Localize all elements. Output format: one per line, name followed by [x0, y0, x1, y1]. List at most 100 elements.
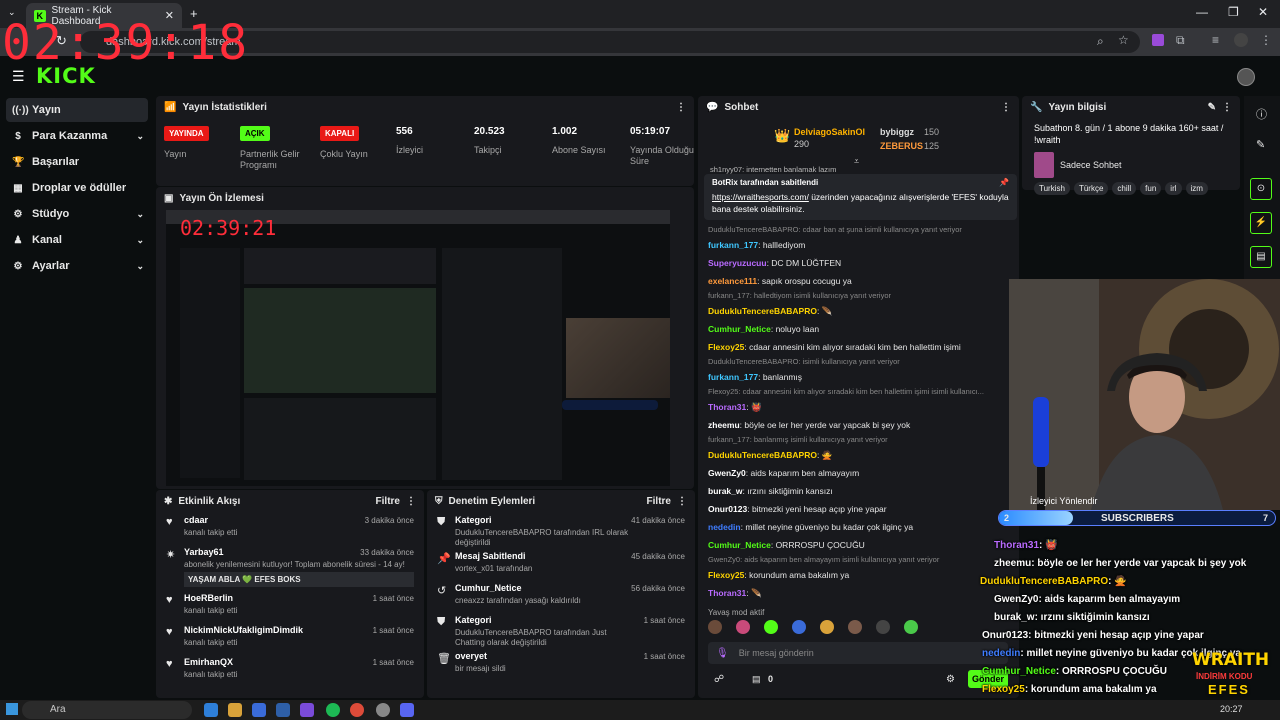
profile-avatar[interactable]: [1234, 33, 1248, 47]
chat-username[interactable]: exelance111: [708, 276, 757, 286]
preview-sidebar: [180, 248, 240, 478]
chat-username[interactable]: Cumhur_Netice: [708, 324, 771, 334]
sidebar-item[interactable]: ((·)) Yayın: [6, 98, 148, 122]
overlay-text: : korundum ama bakalım ya: [1024, 684, 1157, 695]
overlay-chat-line: DudukluTencereBABAPRO: 🙅: [980, 576, 1127, 587]
user-avatar[interactable]: [1237, 68, 1255, 86]
mic-icon[interactable]: 🎙: [716, 648, 729, 659]
sidebar-item[interactable]: ♟ Kanal ⌄: [6, 228, 148, 252]
chat-username[interactable]: furkann_177: [708, 372, 758, 382]
tag-chip[interactable]: chill: [1112, 182, 1137, 195]
sidebar-item-label: Stüdyo: [32, 208, 70, 220]
moderation-menu-icon[interactable]: ⋮: [677, 496, 687, 507]
tag-chip[interactable]: Turkish: [1034, 182, 1070, 195]
emote-icon[interactable]: [820, 620, 834, 634]
app2-icon[interactable]: [300, 703, 314, 717]
emote-icon[interactable]: [736, 620, 750, 634]
sidebar-item[interactable]: $ Para Kazanma ⌄: [6, 124, 148, 148]
tool-doc-icon[interactable]: ▤: [1250, 246, 1272, 268]
info-menu-icon[interactable]: ⋮: [1222, 102, 1232, 113]
chat-username[interactable]: Superyuzucuu: [708, 258, 767, 268]
chrome-icon[interactable]: [350, 703, 364, 717]
extensions-icon[interactable]: ⧉: [1176, 33, 1185, 48]
overlay-chat-line: Flexoy25: korundum ama bakalım ya: [982, 684, 1157, 695]
info-icon[interactable]: ⓘ: [1256, 106, 1267, 122]
sidebar-item[interactable]: ▦ Droplar ve ödüller: [6, 176, 148, 200]
maximize-icon[interactable]: ❐: [1228, 5, 1239, 19]
discord-icon[interactable]: [400, 703, 414, 717]
activity-filter-button[interactable]: Filtre: [376, 496, 400, 507]
chat-menu-icon[interactable]: ⋮: [1001, 102, 1011, 113]
taskbar-search[interactable]: Ara: [22, 701, 192, 719]
stream-title: Subathon 8. gün / 1 abone 9 dakika 160+ …: [1034, 123, 1224, 145]
tag-chip[interactable]: fun: [1140, 182, 1162, 195]
tag-chip[interactable]: izm: [1185, 182, 1208, 195]
stream-preview-video[interactable]: 02:39:21: [166, 210, 670, 486]
stat-label: Çoklu Yayın: [320, 149, 368, 159]
chat-input-box[interactable]: 🎙 Bir mesaj gönderin: [708, 642, 1008, 664]
extension-twitch-icon[interactable]: [1152, 34, 1164, 46]
sidebar-item[interactable]: 🏆 Başarılar: [6, 150, 148, 174]
emote-icon[interactable]: [764, 620, 778, 634]
moderation-panel: ⛨ Denetim Eylemleri Filtre ⋮ ⛊ Kategori Duduk…: [427, 490, 695, 698]
chat-username[interactable]: Flexoy25: [708, 570, 744, 580]
tool-target-icon[interactable]: ⊙: [1250, 178, 1272, 200]
chat-username[interactable]: zheemu: [708, 420, 740, 430]
chat-username[interactable]: Cumhur_Netice: [708, 540, 771, 550]
obs-icon[interactable]: [376, 703, 390, 717]
points-icon[interactable]: ☍: [714, 674, 724, 685]
browser-menu-icon[interactable]: ⋮: [1260, 33, 1272, 47]
bookmark-star-icon[interactable]: ☆: [1118, 33, 1129, 47]
moderation-filter-button[interactable]: Filtre: [647, 496, 671, 507]
stream-info-panel: 🔧 Yayın bilgisi ✎ ⋮ Subathon 8. gün / 1 abo…: [1022, 96, 1240, 195]
chat-message: Cumhur_Netice: noluyo laan: [698, 320, 1019, 338]
sidebar-item[interactable]: ⚙ Ayarlar ⌄: [6, 254, 148, 278]
chevron-down-icon[interactable]: ⌄: [136, 261, 144, 272]
explorer-icon[interactable]: [228, 703, 242, 717]
emote-icon[interactable]: [904, 620, 918, 634]
emote-icon[interactable]: [848, 620, 862, 634]
chevron-down-icon[interactable]: ⌄: [136, 235, 144, 246]
chat-username[interactable]: burak_w: [708, 486, 743, 496]
chevron-down-icon[interactable]: ⌄: [136, 209, 144, 220]
emote-icon[interactable]: [792, 620, 806, 634]
edge-icon[interactable]: [204, 703, 218, 717]
chat-reply-context: Flexoy25: cdaar annesini kim alıyor sıra…: [708, 387, 984, 396]
outlook-icon[interactable]: [276, 703, 290, 717]
chat-username[interactable]: Thoran31: [708, 588, 746, 598]
spotify-icon[interactable]: [326, 703, 340, 717]
edit-icon[interactable]: ✎: [1208, 102, 1216, 113]
stats-menu-icon[interactable]: ⋮: [676, 102, 686, 113]
activity-note: YAŞAM ABLA 💚 EFES BOKS: [184, 572, 414, 587]
chat-username[interactable]: GwenZy0: [708, 468, 746, 478]
subs-right-count: 7: [1263, 513, 1269, 523]
minimize-icon[interactable]: —: [1196, 5, 1208, 19]
chat-username[interactable]: Thoran31: [708, 402, 746, 412]
chat-username[interactable]: furkann_177: [708, 240, 758, 250]
emote-icon[interactable]: [708, 620, 722, 634]
chat-username[interactable]: Onur0123: [708, 504, 747, 514]
chat-username[interactable]: DudukluTencereBABAPRO: [708, 306, 817, 316]
sidebar-item[interactable]: ⚙ Stüdyo ⌄: [6, 202, 148, 226]
heart-icon: ♥: [166, 516, 173, 528]
chevron-down-icon[interactable]: ⌄: [136, 131, 144, 142]
chat-text: 🪶: [751, 588, 762, 598]
sidebar-item-label: Para Kazanma: [32, 130, 108, 142]
app-icon[interactable]: [252, 703, 266, 717]
pin-icon[interactable]: 📌: [999, 178, 1009, 187]
tag-chip[interactable]: irl: [1165, 182, 1182, 195]
chat-username[interactable]: nededin: [708, 522, 741, 532]
activity-menu-icon[interactable]: ⋮: [406, 496, 416, 507]
close-window-icon[interactable]: ✕: [1258, 5, 1268, 19]
tool-bolt-icon[interactable]: ⚡: [1250, 212, 1272, 234]
chat-settings-icon[interactable]: ⚙: [946, 674, 955, 685]
media-icon[interactable]: ≡: [1212, 33, 1219, 47]
pencil-icon[interactable]: ✎: [1256, 138, 1265, 151]
windows-start-icon[interactable]: [6, 703, 18, 715]
tag-chip[interactable]: Türkçe: [1073, 182, 1109, 195]
emote-icon[interactable]: [876, 620, 890, 634]
zoom-icon[interactable]: ⌕: [1097, 34, 1104, 49]
pinned-link[interactable]: https://wraithesports.com/: [712, 192, 809, 202]
chat-username[interactable]: DudukluTencereBABAPRO: [708, 450, 817, 460]
chat-username[interactable]: Flexoy25: [708, 342, 744, 352]
